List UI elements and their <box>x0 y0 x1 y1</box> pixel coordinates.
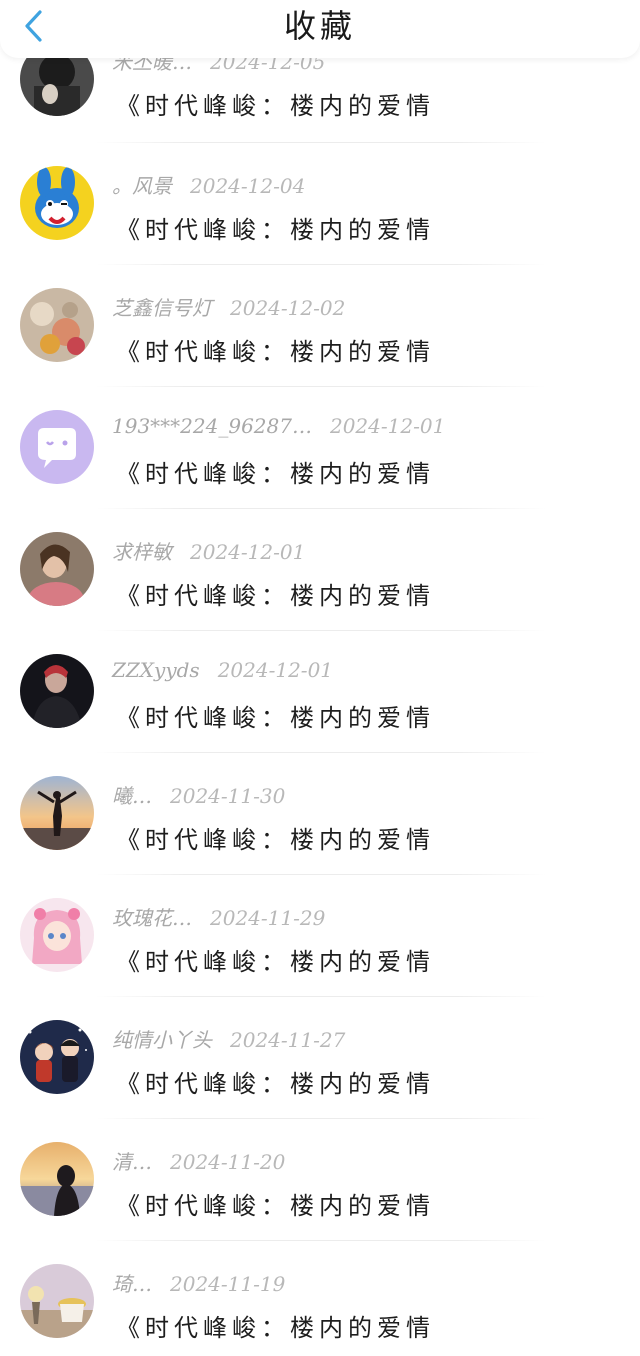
book-title[interactable]: 《时代峰峻：楼内的爱情 <box>116 1186 435 1221</box>
user-name: 玫瑰花… <box>112 906 192 930</box>
user-avatar[interactable] <box>20 166 94 240</box>
list-item[interactable]: 芝鑫信号灯 2024-12-02 《时代峰峻：楼内的爱情 <box>0 288 640 410</box>
user-avatar[interactable] <box>20 1142 94 1216</box>
divider <box>96 874 546 875</box>
favorite-date: 2024-11-19 <box>170 1272 286 1296</box>
book-title[interactable]: 《时代峰峻：楼内的爱情 <box>116 210 435 245</box>
list-item[interactable]: 193***224_96287… 2024-12-01 《时代峰峻：楼内的爱情 <box>0 410 640 532</box>
list-item[interactable]: ZZXyyds 2024-12-01 《时代峰峻：楼内的爱情 <box>0 654 640 776</box>
favorite-date: 2024-11-27 <box>230 1028 346 1052</box>
list-item[interactable]: 玫瑰花… 2024-11-29 《时代峰峻：楼内的爱情 <box>0 898 640 1020</box>
book-title[interactable]: 《时代峰峻：楼内的爱情 <box>116 454 435 489</box>
book-title[interactable]: 《时代峰峻：楼内的爱情 <box>116 86 435 121</box>
divider <box>96 142 546 143</box>
user-name: 。风景 <box>112 174 172 198</box>
book-title[interactable]: 《时代峰峻：楼内的爱情 <box>116 698 435 733</box>
favorite-date: 2024-11-30 <box>170 784 286 808</box>
user-name: 193***224_96287… <box>112 414 312 438</box>
book-title[interactable]: 《时代峰峻：楼内的爱情 <box>116 942 435 977</box>
divider <box>96 630 546 631</box>
list-item[interactable]: 求梓敏 2024-12-01 《时代峰峻：楼内的爱情 <box>0 532 640 654</box>
favorites-screen: 米丕暖… 2024-12-05 《时代峰峻：楼内的爱情 。风景 2024-12-… <box>0 0 640 1356</box>
divider <box>96 1118 546 1119</box>
list-item[interactable]: 米丕暖… 2024-12-05 《时代峰峻：楼内的爱情 <box>0 42 640 164</box>
user-name: 求梓敏 <box>112 540 172 564</box>
user-name: 纯情小丫头 <box>112 1028 212 1052</box>
user-avatar[interactable] <box>20 654 94 728</box>
user-name: 曦… <box>112 784 152 808</box>
list-item[interactable]: 琦… 2024-11-19 《时代峰峻：楼内的爱情 <box>0 1264 640 1356</box>
list-item[interactable]: 曦… 2024-11-30 《时代峰峻：楼内的爱情 <box>0 776 640 898</box>
divider <box>96 264 546 265</box>
favorite-date: 2024-12-02 <box>230 296 346 320</box>
top-nav-bar: 收藏 <box>0 0 640 58</box>
favorite-date: 2024-12-04 <box>190 174 306 198</box>
user-name: ZZXyyds <box>112 658 200 682</box>
favorite-date: 2024-12-01 <box>329 414 446 438</box>
user-avatar[interactable] <box>20 1020 94 1094</box>
user-name: 芝鑫信号灯 <box>112 296 212 320</box>
favorite-date: 2024-11-29 <box>210 906 326 930</box>
book-title[interactable]: 《时代峰峻：楼内的爱情 <box>116 1064 435 1099</box>
page-title: 收藏 <box>283 7 356 45</box>
user-avatar[interactable] <box>20 532 94 606</box>
user-name: 清… <box>112 1150 152 1174</box>
favorite-date: 2024-11-20 <box>170 1150 286 1174</box>
divider <box>96 996 546 997</box>
divider <box>96 508 546 509</box>
favorite-date: 2024-12-01 <box>190 540 306 564</box>
user-avatar[interactable] <box>20 898 94 972</box>
book-title[interactable]: 《时代峰峻：楼内的爱情 <box>116 820 435 855</box>
book-title[interactable]: 《时代峰峻：楼内的爱情 <box>116 332 435 367</box>
book-title[interactable]: 《时代峰峻：楼内的爱情 <box>116 1308 435 1343</box>
divider <box>96 752 546 753</box>
list-item[interactable]: 纯情小丫头 2024-11-27 《时代峰峻：楼内的爱情 <box>0 1020 640 1142</box>
list-item[interactable]: 清… 2024-11-20 《时代峰峻：楼内的爱情 <box>0 1142 640 1264</box>
user-avatar[interactable] <box>20 410 94 484</box>
user-avatar[interactable] <box>20 288 94 362</box>
list-item[interactable]: 。风景 2024-12-04 《时代峰峻：楼内的爱情 <box>0 166 640 288</box>
user-name: 琦… <box>112 1272 152 1296</box>
user-avatar[interactable] <box>20 1264 94 1338</box>
book-title[interactable]: 《时代峰峻：楼内的爱情 <box>116 576 435 611</box>
favorite-date: 2024-12-01 <box>217 658 334 682</box>
user-avatar[interactable] <box>20 776 94 850</box>
divider <box>96 1240 546 1241</box>
divider <box>96 386 546 387</box>
